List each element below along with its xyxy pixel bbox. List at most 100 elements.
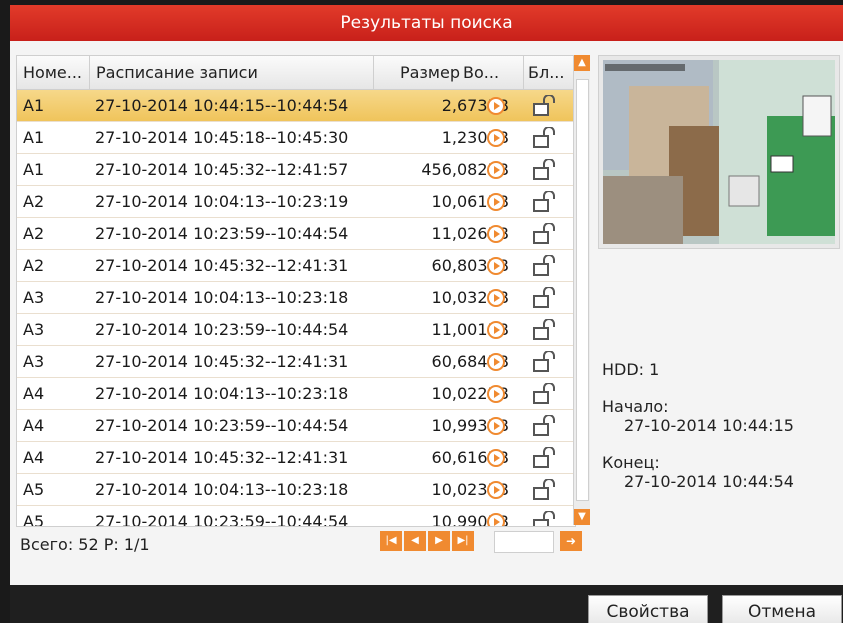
table-row[interactable]: A4 27-10-2014 10:23:59--10:44:54 10,993KB xyxy=(17,410,575,442)
record-schedule: 27-10-2014 10:04:13--10:23:18 xyxy=(95,288,349,307)
table-row[interactable]: A2 27-10-2014 10:04:13--10:23:19 10,061KB xyxy=(17,186,575,218)
record-number: A1 xyxy=(23,128,45,147)
table-row[interactable]: A1 27-10-2014 10:44:15--10:44:54 2,673KB xyxy=(17,90,575,122)
record-number: A3 xyxy=(23,320,45,339)
record-number: A3 xyxy=(23,288,45,307)
unlocked-padlock-icon[interactable] xyxy=(532,382,558,405)
play-circle-icon[interactable] xyxy=(487,449,505,467)
first-page-icon[interactable]: |◀ xyxy=(380,531,402,551)
record-schedule: 27-10-2014 10:45:32--12:41:31 xyxy=(95,352,349,371)
video-preview xyxy=(598,55,840,249)
table-row[interactable]: A3 27-10-2014 10:45:32--12:41:31 60,684KB xyxy=(17,346,575,378)
cancel-button[interactable]: Отмена xyxy=(722,595,842,623)
play-circle-icon[interactable] xyxy=(487,289,505,307)
record-details: HDD: 1 Начало: 27-10-2014 10:44:15 Конец… xyxy=(602,360,794,509)
start-info: Начало: 27-10-2014 10:44:15 xyxy=(602,397,794,435)
table-row[interactable]: A1 27-10-2014 10:45:32--12:41:57 456,082KB xyxy=(17,154,575,186)
prev-page-icon[interactable]: ◀ xyxy=(404,531,426,551)
total-count: Всего: 52 P: 1/1 xyxy=(20,535,150,554)
table-row[interactable]: A2 27-10-2014 10:45:32--12:41:31 60,803KB xyxy=(17,250,575,282)
col-header-lock[interactable]: Бл... xyxy=(523,56,575,89)
table-row[interactable]: A1 27-10-2014 10:45:18--10:45:30 1,230KB xyxy=(17,122,575,154)
unlocked-padlock-icon[interactable] xyxy=(532,94,558,117)
search-results-dialog: Результаты поиска Номе... Расписание зап… xyxy=(10,5,843,623)
end-value: 27-10-2014 10:44:54 xyxy=(624,472,794,491)
table-row[interactable]: A3 27-10-2014 10:04:13--10:23:18 10,032KB xyxy=(17,282,575,314)
unlocked-padlock-icon[interactable] xyxy=(532,126,558,149)
record-schedule: 27-10-2014 10:04:13--10:23:18 xyxy=(95,384,349,403)
unlocked-padlock-icon[interactable] xyxy=(532,286,558,309)
table-row[interactable]: A5 27-10-2014 10:04:13--10:23:18 10,023KB xyxy=(17,474,575,506)
record-number: A2 xyxy=(23,192,45,211)
record-number: A4 xyxy=(23,416,45,435)
record-number: A4 xyxy=(23,384,45,403)
unlocked-padlock-icon[interactable] xyxy=(532,318,558,341)
table-row[interactable]: A4 27-10-2014 10:04:13--10:23:18 10,022KB xyxy=(17,378,575,410)
table-body: A1 27-10-2014 10:44:15--10:44:54 2,673KB A1… xyxy=(17,90,575,527)
table-row[interactable]: A3 27-10-2014 10:23:59--10:44:54 11,001KB xyxy=(17,314,575,346)
record-number: A5 xyxy=(23,480,45,499)
record-schedule: 27-10-2014 10:04:13--10:23:19 xyxy=(95,192,349,211)
play-circle-icon[interactable] xyxy=(487,481,505,499)
table-row[interactable]: A2 27-10-2014 10:23:59--10:44:54 11,026KB xyxy=(17,218,575,250)
unlocked-padlock-icon[interactable] xyxy=(532,478,558,501)
scroll-down-icon[interactable]: ▼ xyxy=(574,509,590,525)
end-label: Конец: xyxy=(602,453,660,472)
properties-button[interactable]: Свойства xyxy=(588,595,708,623)
hdd-info: HDD: 1 xyxy=(602,360,660,379)
play-circle-icon[interactable] xyxy=(487,417,505,435)
play-circle-icon[interactable] xyxy=(487,321,505,339)
page-number-input[interactable] xyxy=(494,531,554,553)
record-schedule: 27-10-2014 10:04:13--10:23:18 xyxy=(95,480,349,499)
table-row[interactable]: A4 27-10-2014 10:45:32--12:41:31 60,616KB xyxy=(17,442,575,474)
pagination-controls: |◀ ◀ ▶ ▶| xyxy=(380,531,474,553)
play-circle-icon[interactable] xyxy=(487,513,505,526)
dialog-title: Результаты поиска xyxy=(340,13,513,33)
col-header-play[interactable]: Во... xyxy=(463,56,523,89)
start-label: Начало: xyxy=(602,397,669,416)
scroll-up-icon[interactable]: ▲ xyxy=(574,55,590,71)
record-schedule: 27-10-2014 10:45:32--12:41:57 xyxy=(95,160,349,179)
record-number: A3 xyxy=(23,352,45,371)
unlocked-padlock-icon[interactable] xyxy=(532,414,558,437)
play-circle-icon[interactable] xyxy=(487,385,505,403)
play-circle-icon[interactable] xyxy=(487,193,505,211)
col-header-schedule[interactable]: Расписание записи xyxy=(89,56,374,89)
table-row[interactable]: A5 27-10-2014 10:23:59--10:44:54 10,990KB xyxy=(17,506,575,527)
play-circle-icon[interactable] xyxy=(487,353,505,371)
play-circle-icon[interactable] xyxy=(487,257,505,275)
camera-snapshot xyxy=(599,56,839,248)
scroll-thumb[interactable] xyxy=(576,79,589,501)
play-circle-icon[interactable] xyxy=(487,225,505,243)
unlocked-padlock-icon[interactable] xyxy=(532,510,558,526)
bottom-bar xyxy=(10,585,843,623)
unlocked-padlock-icon[interactable] xyxy=(532,446,558,469)
table-header: Номе... Расписание записи Размер Во... Б… xyxy=(17,56,575,90)
unlocked-padlock-icon[interactable] xyxy=(532,190,558,213)
play-circle-icon[interactable] xyxy=(487,97,505,115)
record-schedule: 27-10-2014 10:45:32--12:41:31 xyxy=(95,256,349,275)
unlocked-padlock-icon[interactable] xyxy=(532,350,558,373)
record-number: A2 xyxy=(23,256,45,275)
go-arrow-icon[interactable]: ➜ xyxy=(560,531,582,551)
record-schedule: 27-10-2014 10:45:18--10:45:30 xyxy=(95,128,349,147)
next-page-icon[interactable]: ▶ xyxy=(428,531,450,551)
col-header-size[interactable]: Размер xyxy=(373,56,460,89)
unlocked-padlock-icon[interactable] xyxy=(532,158,558,181)
record-number: A1 xyxy=(23,160,45,179)
unlocked-padlock-icon[interactable] xyxy=(532,254,558,277)
record-number: A1 xyxy=(23,96,45,115)
dialog-title-bar: Результаты поиска xyxy=(10,5,843,41)
play-circle-icon[interactable] xyxy=(487,129,505,147)
play-circle-icon[interactable] xyxy=(487,161,505,179)
table-scrollbar[interactable]: ▲ ▼ xyxy=(573,55,590,525)
record-number: A5 xyxy=(23,512,45,527)
record-schedule: 27-10-2014 10:23:59--10:44:54 xyxy=(95,224,349,243)
col-header-number[interactable]: Номе... xyxy=(23,56,89,89)
record-number: A4 xyxy=(23,448,45,467)
unlocked-padlock-icon[interactable] xyxy=(532,222,558,245)
record-number: A2 xyxy=(23,224,45,243)
end-info: Конец: 27-10-2014 10:44:54 xyxy=(602,453,794,491)
last-page-icon[interactable]: ▶| xyxy=(452,531,474,551)
record-schedule: 27-10-2014 10:45:32--12:41:31 xyxy=(95,448,349,467)
